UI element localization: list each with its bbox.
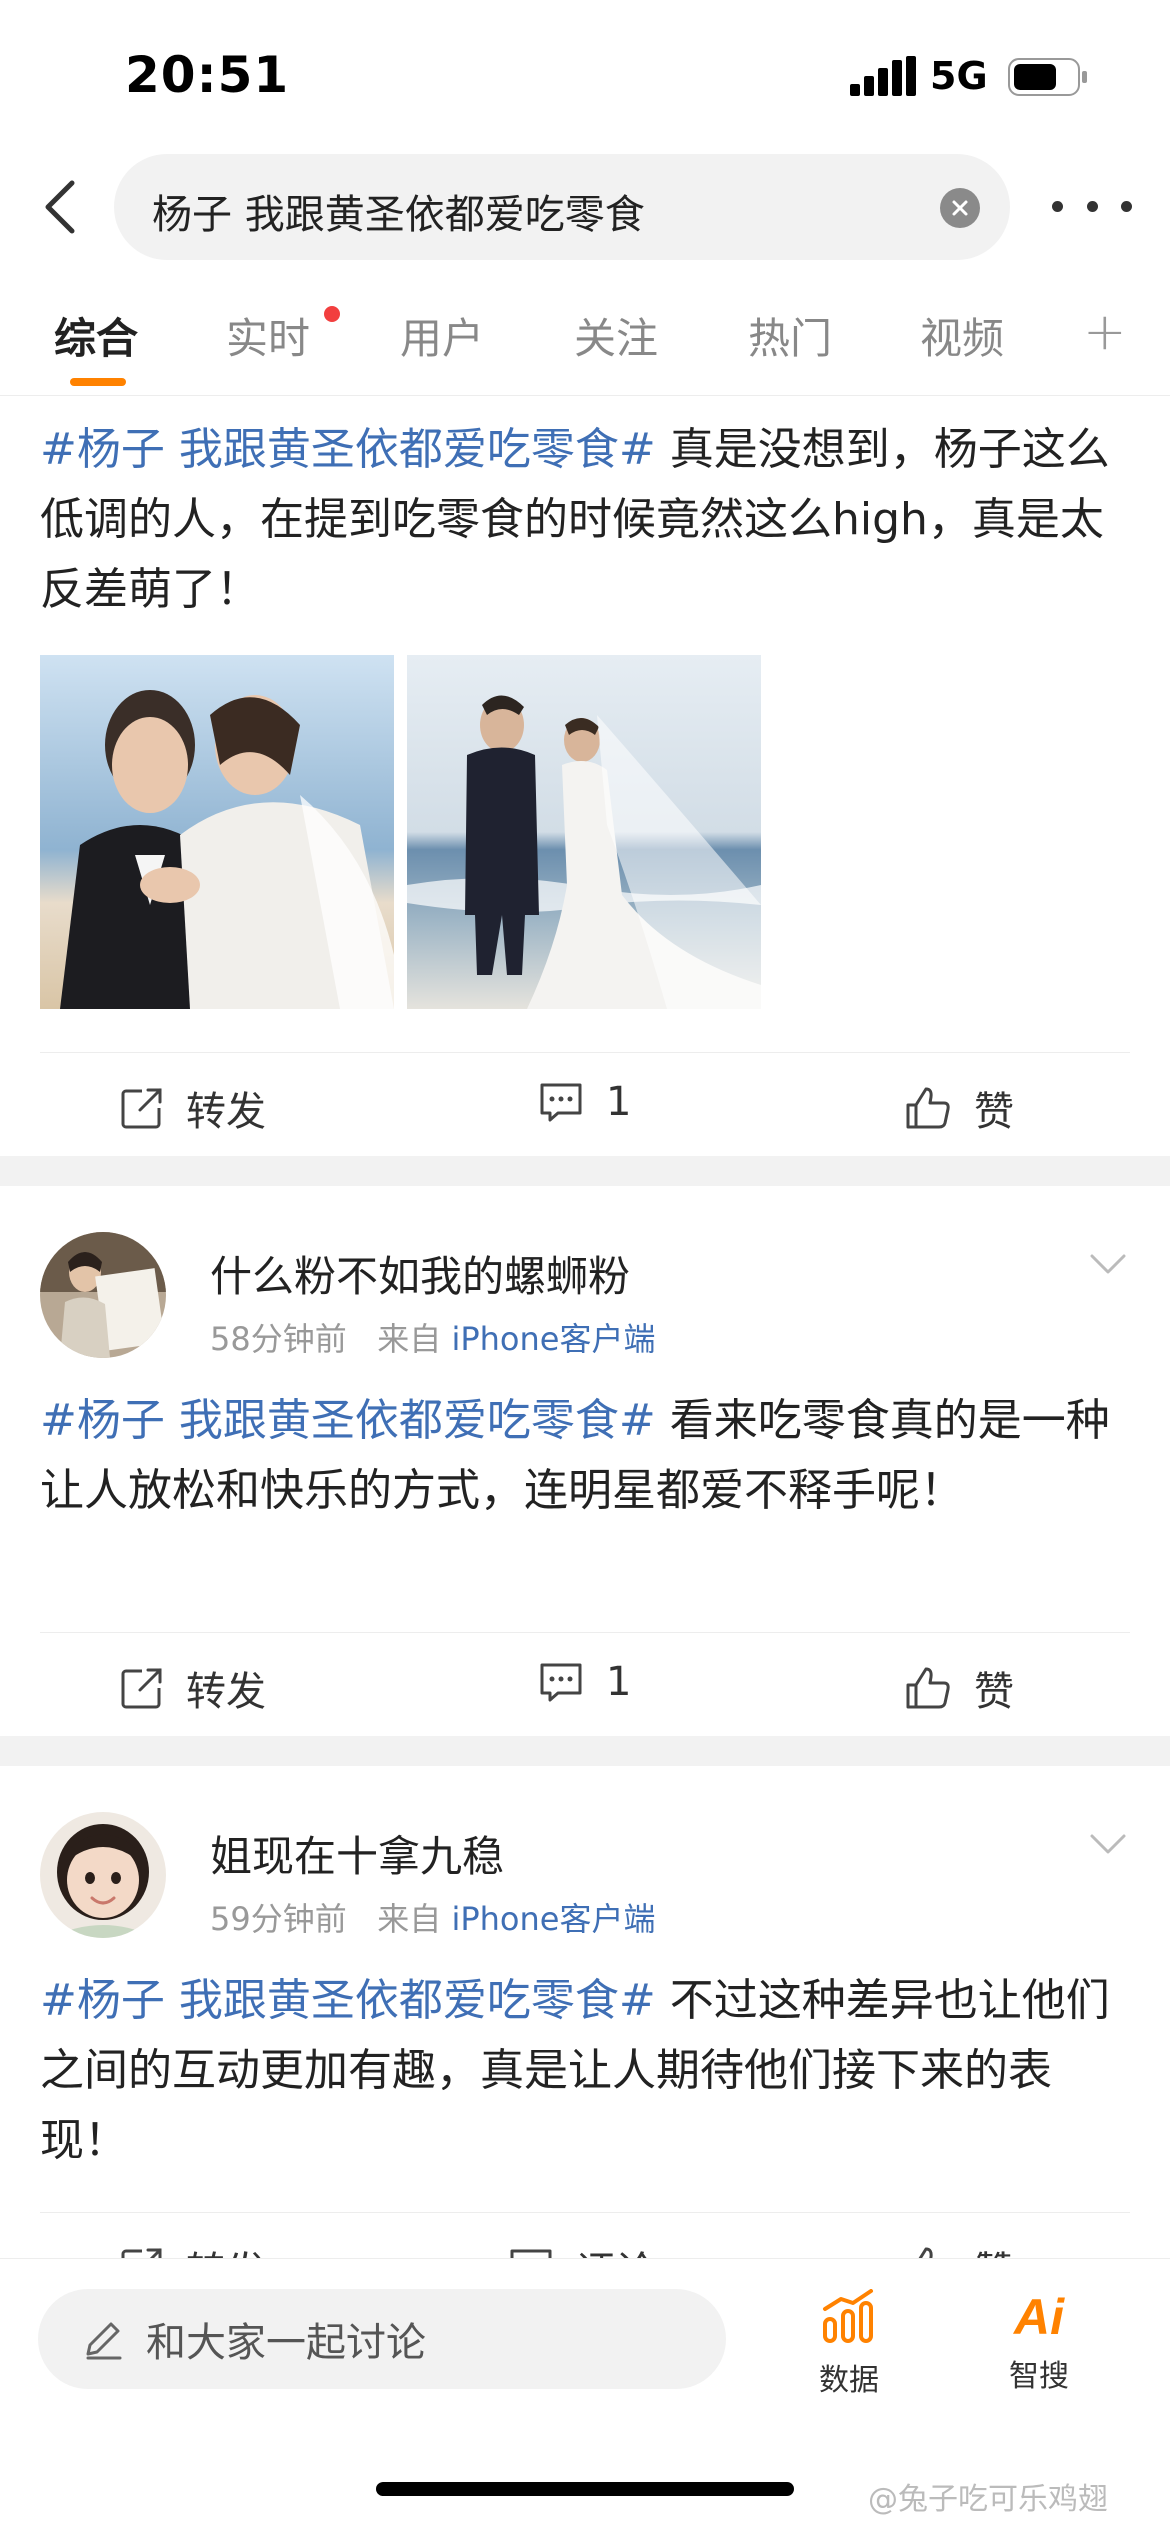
hashtag-link[interactable]: #杨子 我跟黄圣依都爱吃零食# xyxy=(40,424,656,475)
avatar[interactable] xyxy=(40,1812,166,1938)
post-time: 58分钟前 xyxy=(210,1320,347,1358)
hashtag-link[interactable]: #杨子 我跟黄圣依都爱吃零食# xyxy=(40,1975,656,2026)
hashtag-link[interactable]: #杨子 我跟黄圣依都爱吃零食# xyxy=(40,1395,656,1446)
chart-icon xyxy=(823,2289,873,2343)
comment-count: 1 xyxy=(606,1079,632,1125)
network-type: 5G xyxy=(930,54,988,98)
back-button[interactable] xyxy=(30,172,90,242)
watermark: @兔子吃可乐鸡翅 xyxy=(868,2482,1108,2517)
post-image[interactable] xyxy=(407,655,761,1009)
post-image[interactable] xyxy=(40,655,394,1009)
signal-icon xyxy=(850,56,916,96)
data-button[interactable]: 数据 xyxy=(794,2289,904,2399)
source-prefix: 来自 xyxy=(377,1320,442,1358)
post-text: #杨子 我跟黄圣依都爱吃零食# 看来吃零食真的是一种让人放松和快乐的方式，连明星… xyxy=(40,1386,1132,1526)
wedding-photo-beach xyxy=(407,655,761,1009)
post-text: #杨子 我跟黄圣依都爱吃零食# 不过这种差异也让他们之间的互动更加有趣，真是让人… xyxy=(40,1966,1132,2176)
search-header: 杨子 我跟黄圣依都爱吃零食 xyxy=(0,150,1170,265)
source-prefix: 来自 xyxy=(377,1900,442,1938)
like-button[interactable]: 赞 xyxy=(904,1079,1014,1137)
repost-button[interactable]: 转发 xyxy=(120,1079,266,1137)
comment-icon xyxy=(540,1663,582,1702)
comment-count: 1 xyxy=(606,1659,632,1705)
thumbs-up-icon xyxy=(906,1667,950,1709)
discuss-placeholder: 和大家一起讨论 xyxy=(146,2320,426,2366)
user-avatar-image xyxy=(40,1232,166,1358)
client-link[interactable]: iPhone客户端 xyxy=(451,1320,655,1358)
avatar[interactable] xyxy=(40,1232,166,1358)
tab-realtime[interactable]: 实时 xyxy=(226,305,310,366)
comment-icon xyxy=(540,1083,582,1122)
comment-button[interactable]: 1 xyxy=(538,1079,631,1125)
repost-button[interactable]: 转发 xyxy=(120,1659,266,1717)
search-query: 杨子 我跟黄圣依都爱吃零食 xyxy=(152,192,645,238)
repost-icon xyxy=(121,1668,162,1709)
chevron-down-icon[interactable] xyxy=(1088,1250,1128,1278)
battery-icon xyxy=(1008,58,1087,96)
wedding-photo-embrace xyxy=(40,655,394,1009)
comment-button[interactable]: 1 xyxy=(538,1659,631,1705)
thumbs-up-icon xyxy=(906,1087,950,1129)
client-link[interactable]: iPhone客户端 xyxy=(451,1900,655,1938)
status-bar: 20:51 5G xyxy=(0,0,1170,150)
divider xyxy=(0,1736,1170,1766)
post-actions: 转发 1 赞 xyxy=(40,1052,1130,1156)
like-label: 赞 xyxy=(974,1669,1014,1715)
active-tab-indicator xyxy=(70,378,126,386)
search-input[interactable]: 杨子 我跟黄圣依都爱吃零食 xyxy=(114,154,1010,260)
repost-label: 转发 xyxy=(186,1089,266,1135)
status-time: 20:51 xyxy=(125,46,290,104)
tab-following[interactable]: 关注 xyxy=(574,305,658,366)
add-tab-icon[interactable]: + xyxy=(1083,302,1127,362)
tab-users[interactable]: 用户 xyxy=(400,305,484,366)
tab-video[interactable]: 视频 xyxy=(920,305,1004,366)
pencil-icon xyxy=(86,2322,122,2360)
ai-search-button[interactable]: Ai 智搜 xyxy=(984,2289,1094,2395)
user-avatar-image xyxy=(40,1812,166,1938)
home-indicator[interactable] xyxy=(376,2482,794,2496)
post-meta: 59分钟前 来自 iPhone客户端 xyxy=(210,1894,655,1940)
chevron-left-icon xyxy=(45,180,75,234)
more-options-icon[interactable] xyxy=(1052,186,1132,226)
ai-icon: Ai xyxy=(1014,2289,1064,2345)
repost-icon xyxy=(121,1088,162,1129)
search-tabs: 综合 实时 用户 关注 热门 视频 + xyxy=(0,290,1170,396)
chevron-down-icon[interactable] xyxy=(1088,1830,1128,1858)
post-time: 59分钟前 xyxy=(210,1900,347,1938)
post-text: #杨子 我跟黄圣依都爱吃零食# 真是没想到，杨子这么低调的人，在提到吃零食的时候… xyxy=(40,415,1132,625)
like-button[interactable]: 赞 xyxy=(904,1659,1014,1717)
username[interactable]: 什么粉不如我的螺蛳粉 xyxy=(210,1243,630,1304)
data-label: 数据 xyxy=(819,2363,879,2398)
post-meta: 58分钟前 来自 iPhone客户端 xyxy=(210,1314,655,1360)
close-icon xyxy=(952,200,968,216)
divider xyxy=(0,1156,1170,1186)
username[interactable]: 姐现在十拿九稳 xyxy=(210,1823,504,1884)
tab-comprehensive[interactable]: 综合 xyxy=(54,305,138,366)
post-actions: 转发 1 赞 xyxy=(40,1632,1130,1736)
like-label: 赞 xyxy=(974,1089,1014,1135)
discuss-input[interactable]: 和大家一起讨论 xyxy=(38,2289,726,2389)
clear-search-button[interactable] xyxy=(940,188,980,228)
notification-dot xyxy=(324,306,340,322)
tab-hot[interactable]: 热门 xyxy=(748,305,832,366)
repost-label: 转发 xyxy=(186,1669,266,1715)
ai-label: 智搜 xyxy=(1009,2359,1069,2394)
